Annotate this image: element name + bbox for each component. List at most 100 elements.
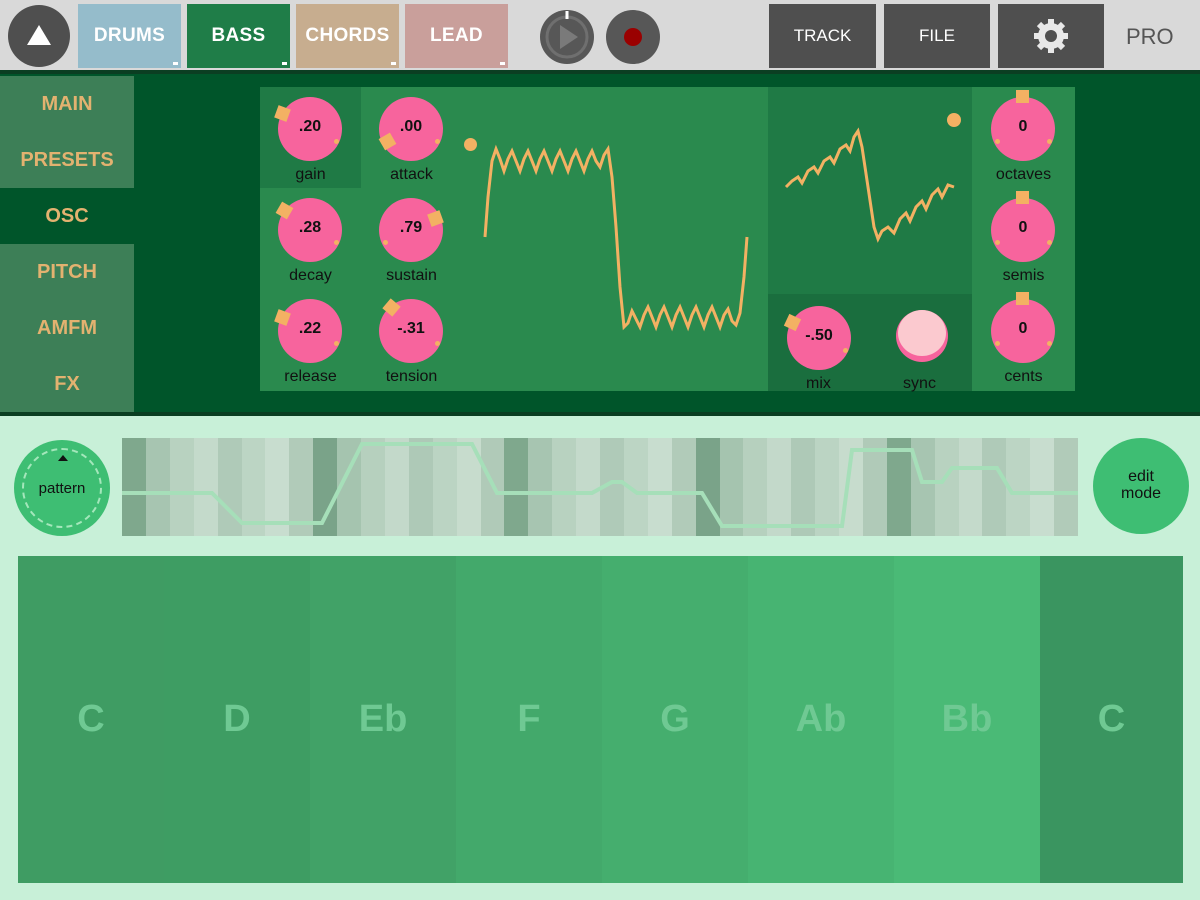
semis-knob[interactable]: 0 xyxy=(991,191,1055,262)
key-c-low[interactable]: C xyxy=(18,556,164,883)
key-g[interactable]: G xyxy=(602,556,748,883)
record-button[interactable] xyxy=(606,10,660,64)
pattern-button[interactable]: pattern xyxy=(14,440,110,536)
knob-handle[interactable] xyxy=(1016,90,1029,103)
key-label: C xyxy=(1097,698,1126,740)
mod-waveform-handle[interactable] xyxy=(947,113,961,127)
top-bar: DRUMS BASS CHORDS LEAD TRACK FILE PRO xyxy=(0,0,1200,70)
tab-corner-marker xyxy=(282,62,287,65)
sidebar-item-amfm[interactable]: AMFM xyxy=(0,300,134,356)
tab-bass[interactable]: BASS xyxy=(187,4,290,68)
tab-drums[interactable]: DRUMS xyxy=(78,4,181,68)
track-button[interactable]: TRACK xyxy=(769,4,876,68)
triangle-up-icon xyxy=(27,25,51,45)
key-c-high[interactable]: C xyxy=(1040,556,1183,883)
record-icon xyxy=(624,28,642,46)
gain-knob[interactable]: .20 xyxy=(274,97,342,161)
key-f[interactable]: F xyxy=(456,556,602,883)
arrow-up-icon xyxy=(58,455,68,461)
decay-label: decay xyxy=(289,267,332,284)
attack-value: .00 xyxy=(399,118,423,135)
edit-mode-label-line2: mode xyxy=(1120,485,1162,502)
octaves-knob[interactable]: 0 xyxy=(991,90,1055,161)
knob-dot xyxy=(995,139,1000,144)
gain-value: .20 xyxy=(298,118,322,135)
knob-handle[interactable] xyxy=(275,201,294,220)
sync-toggle-face xyxy=(898,310,946,356)
octaves-label: octaves xyxy=(995,166,1052,183)
tab-lead-label: LEAD xyxy=(430,25,483,46)
play-button[interactable] xyxy=(540,10,594,64)
knob-dot xyxy=(383,240,388,245)
menu-button[interactable] xyxy=(8,5,70,67)
gain-control: .20 gain xyxy=(260,87,361,188)
knob-dot xyxy=(435,341,440,346)
gain-label: gain xyxy=(295,166,326,183)
sustain-control: .79 sustain xyxy=(361,188,462,289)
decay-knob[interactable]: .28 xyxy=(275,198,342,262)
mix-knob[interactable]: -.50 xyxy=(783,306,851,370)
cents-knob[interactable]: 0 xyxy=(991,292,1055,363)
mod-waveform-display[interactable] xyxy=(768,87,972,290)
mix-control: -.50 mix xyxy=(768,294,869,395)
sidebar-item-label: PITCH xyxy=(37,260,97,283)
tension-knob[interactable]: -.31 xyxy=(379,298,443,363)
sidebar-item-label: OSC xyxy=(45,204,89,227)
waveform-graph xyxy=(483,144,749,332)
sidebar-item-pitch[interactable]: PITCH xyxy=(0,244,134,300)
keyboard: C D Eb F G Ab Bb C xyxy=(18,556,1183,883)
tab-lead[interactable]: LEAD xyxy=(405,4,508,68)
knob-dot xyxy=(334,139,339,144)
knob-dot xyxy=(995,341,1000,346)
sidebar-item-label: AMFM xyxy=(37,316,97,339)
settings-button[interactable] xyxy=(998,4,1104,68)
waveform-handle[interactable] xyxy=(464,138,477,151)
waveform-display[interactable] xyxy=(462,87,768,391)
knob-handle[interactable] xyxy=(1016,191,1029,204)
key-label: Eb xyxy=(358,698,408,740)
sidebar-item-osc[interactable]: OSC xyxy=(0,188,134,244)
knob-dot xyxy=(1047,341,1052,346)
key-d[interactable]: D xyxy=(164,556,310,883)
semis-value: 0 xyxy=(1018,219,1028,236)
knob-handle[interactable] xyxy=(1016,292,1029,305)
tension-value: -.31 xyxy=(397,320,425,337)
sidebar-item-fx[interactable]: FX xyxy=(0,356,134,412)
file-button[interactable]: FILE xyxy=(884,4,990,68)
edit-mode-button[interactable]: edit mode xyxy=(1093,438,1189,534)
tab-corner-marker xyxy=(173,62,178,65)
key-eb[interactable]: Eb xyxy=(310,556,456,883)
key-bb[interactable]: Bb xyxy=(894,556,1040,883)
sequencer-curve xyxy=(122,442,1078,528)
sidebar-item-label: PRESETS xyxy=(20,148,114,171)
semis-control: 0 semis xyxy=(973,188,1074,289)
sustain-knob[interactable]: .79 xyxy=(379,198,444,262)
release-value: .22 xyxy=(298,320,322,337)
play-icon xyxy=(545,11,589,59)
pro-label[interactable]: PRO xyxy=(1126,24,1174,50)
sidebar-item-main[interactable]: MAIN xyxy=(0,76,134,132)
knob-dot xyxy=(1047,139,1052,144)
knob-dot xyxy=(1047,240,1052,245)
sync-toggle[interactable] xyxy=(896,310,948,362)
mod-waveform-graph xyxy=(784,127,955,243)
key-label: F xyxy=(517,698,541,740)
sustain-label: sustain xyxy=(386,267,437,284)
sustain-value: .79 xyxy=(399,219,423,236)
sidebar-item-label: FX xyxy=(54,372,80,395)
key-ab[interactable]: Ab xyxy=(748,556,894,883)
key-label: D xyxy=(223,698,251,740)
sidebar-item-presets[interactable]: PRESETS xyxy=(0,132,134,188)
tension-control: -.31 tension xyxy=(361,289,462,390)
release-knob[interactable]: .22 xyxy=(274,299,342,363)
semis-label: semis xyxy=(1002,267,1045,284)
knob-handle[interactable] xyxy=(382,298,401,317)
attack-label: attack xyxy=(390,166,433,183)
tab-corner-marker xyxy=(391,62,396,65)
sequencer-grid[interactable] xyxy=(122,438,1079,536)
key-label: C xyxy=(77,698,105,740)
attack-knob[interactable]: .00 xyxy=(378,97,443,161)
envelope-panel: .20 gain .00 attack .28 decay .79 sustai… xyxy=(260,87,462,391)
tab-chords[interactable]: CHORDS xyxy=(296,4,399,68)
release-label: release xyxy=(284,368,337,385)
